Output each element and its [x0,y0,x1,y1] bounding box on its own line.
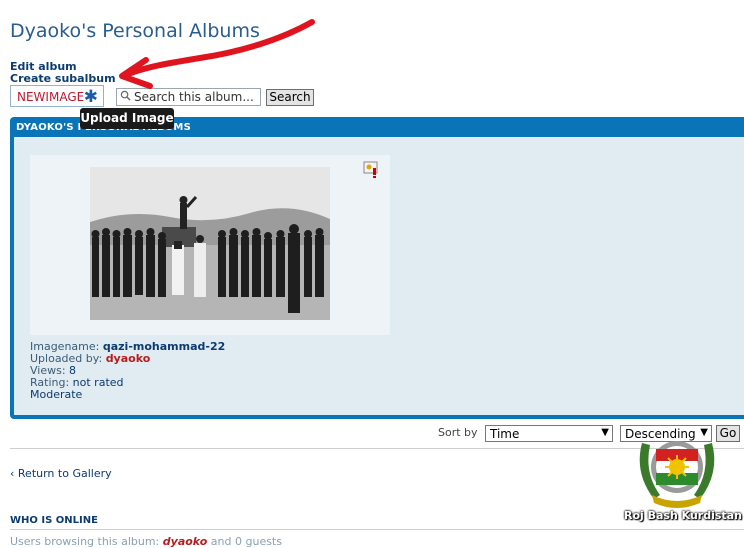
emblem-caption: Roj Bash Kurdistan [624,509,742,522]
chevron-left-icon: ‹ [10,467,18,480]
return-to-gallery-link[interactable]: ‹ Return to Gallery [10,467,112,480]
new-image-label: NEWIMAGE [17,90,85,104]
search-input[interactable]: Search this album... [116,88,261,106]
chevron-down-icon: ▼ [601,427,609,438]
sort-field-value: Time [490,427,520,441]
moderate-link[interactable]: Moderate [30,388,82,401]
who-is-online-heading: WHO IS ONLINE [10,515,98,526]
album-photo[interactable] [90,167,330,320]
create-subalbum-link[interactable]: Create subalbum [10,72,116,85]
search-button[interactable]: Search [266,89,314,106]
new-image-button[interactable]: NEWIMAGE ✱ [10,85,104,107]
search-icon [120,90,131,101]
sort-field-select[interactable]: Time ▼ [485,425,613,442]
star-icon: ✱ [83,87,98,107]
sort-label: Sort by [438,426,478,439]
upload-image-tooltip: Upload Image [80,108,174,129]
return-label: Return to Gallery [17,467,112,480]
report-icon[interactable] [363,161,381,179]
divider [10,529,744,530]
search-placeholder: Search this album... [134,90,254,104]
page-title: Dyaoko's Personal Albums [10,20,260,42]
uploader-link[interactable]: dyaoko [106,352,151,365]
kurdistan-emblem-icon [639,441,715,508]
